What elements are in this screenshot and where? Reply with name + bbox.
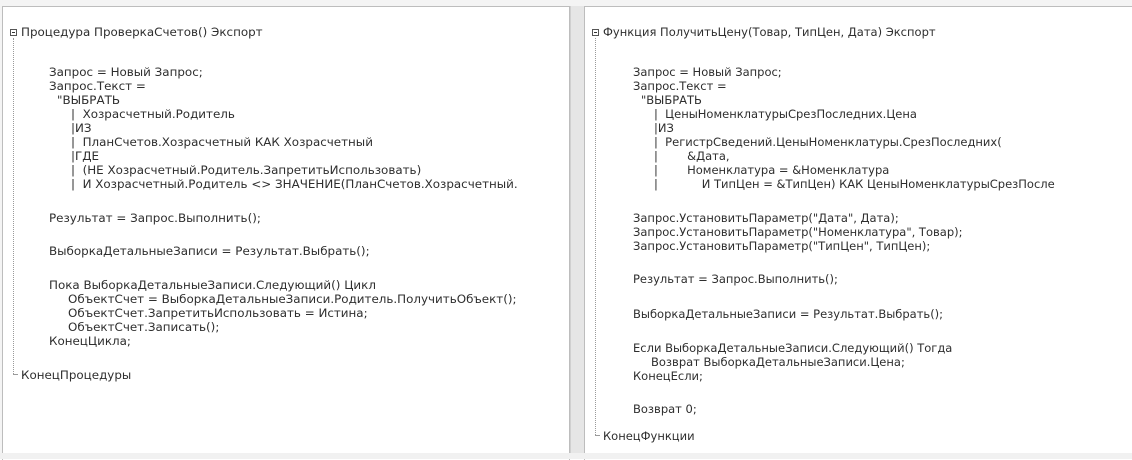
code-line[interactable]: "ВЫБРАТЬ [57, 93, 120, 107]
code-line[interactable]: Запрос.Текст = [49, 79, 146, 93]
code-line[interactable]: | РегистрСведений.ЦеныНоменклатуры.СрезП… [654, 135, 1002, 149]
code-line[interactable]: Запрос = Новый Запрос; [633, 65, 782, 79]
fold-guide-line [595, 38, 596, 435]
code-line[interactable]: | И Хозрасчетный.Родитель <> ЗНАЧЕНИЕ(Пл… [71, 177, 518, 191]
editor-window: Процедура ПроверкаСчетов() Экспорт Запро… [0, 0, 1132, 460]
code-line-function-header[interactable]: Функция ПолучитьЦену(Товар, ТипЦен, Дата… [603, 25, 936, 39]
code-line[interactable]: Запрос = Новый Запрос; [49, 65, 203, 79]
code-line[interactable]: КонецЕсли; [633, 369, 703, 383]
code-line-function-end[interactable]: КонецФункции [603, 429, 695, 443]
code-line[interactable]: |ИЗ [654, 121, 674, 135]
code-line-procedure-end[interactable]: КонецПроцедуры [21, 368, 131, 382]
code-line[interactable]: КонецЦикла; [49, 334, 131, 348]
code-line[interactable]: ОбъектСчет = ВыборкаДетальныеЗаписи.Роди… [68, 292, 517, 306]
code-line[interactable]: | (НЕ Хозрасчетный.Родитель.ЗапретитьИсп… [71, 163, 421, 177]
code-pane-left[interactable]: Процедура ПроверкаСчетов() Экспорт Запро… [2, 6, 570, 460]
code-line[interactable]: | &Дата, [654, 149, 730, 163]
collapse-function-icon[interactable] [592, 29, 599, 36]
code-line[interactable]: Запрос.УстановитьПараметр("Номенклатура"… [633, 225, 962, 239]
code-line[interactable]: ВыборкаДетальныеЗаписи = Результат.Выбра… [49, 244, 370, 258]
code-line[interactable]: | И ТипЦен = &ТипЦен) КАК ЦеныНоменклату… [654, 177, 1055, 191]
code-line[interactable]: ВыборкаДетальныеЗаписи = Результат.Выбра… [633, 307, 943, 321]
code-line[interactable]: Пока ВыборкаДетальныеЗаписи.Следующий() … [49, 278, 376, 292]
code-line[interactable]: | ПланСчетов.Хозрасчетный КАК Хозрасчетн… [71, 135, 373, 149]
code-line[interactable]: Запрос.УстановитьПараметр("ТипЦен", ТипЦ… [633, 239, 930, 253]
code-line[interactable]: "ВЫБРАТЬ [641, 93, 702, 107]
code-line[interactable]: | Хозрасчетный.Родитель [71, 107, 235, 121]
collapse-procedure-icon[interactable] [10, 29, 17, 36]
code-line[interactable]: Запрос.Текст = [633, 79, 727, 93]
fold-guide-line [13, 38, 14, 374]
fold-end-icon [13, 374, 18, 375]
fold-end-icon [595, 435, 600, 436]
code-line[interactable]: Возврат ВыборкаДетальныеЗаписи.Цена; [651, 355, 905, 369]
code-pane-right[interactable]: Функция ПолучитьЦену(Товар, ТипЦен, Дата… [584, 6, 1132, 460]
code-line-procedure-header[interactable]: Процедура ПроверкаСчетов() Экспорт [21, 25, 263, 39]
bottom-edge [0, 453, 1132, 459]
code-line[interactable]: | ЦеныНоменклатурыСрезПоследних.Цена [654, 107, 917, 121]
code-line[interactable]: Запрос.УстановитьПараметр("Дата", Дата); [633, 211, 899, 225]
code-line[interactable]: |ИЗ [71, 121, 92, 135]
code-line[interactable]: Результат = Запрос.Выполнить(); [49, 211, 261, 225]
code-line[interactable]: Возврат 0; [633, 402, 697, 416]
code-line[interactable]: ОбъектСчет.ЗапретитьИспользовать = Истин… [68, 306, 368, 320]
code-line[interactable]: ОбъектСчет.Записать(); [68, 320, 219, 334]
code-line[interactable]: | Номенклатура = &Номенклатура [654, 163, 889, 177]
code-line[interactable]: |ГДЕ [71, 149, 99, 163]
code-line[interactable]: Результат = Запрос.Выполнить(); [633, 272, 838, 286]
split-divider[interactable] [570, 6, 585, 459]
code-line[interactable]: Если ВыборкаДетальныеЗаписи.Следующий() … [633, 341, 952, 355]
